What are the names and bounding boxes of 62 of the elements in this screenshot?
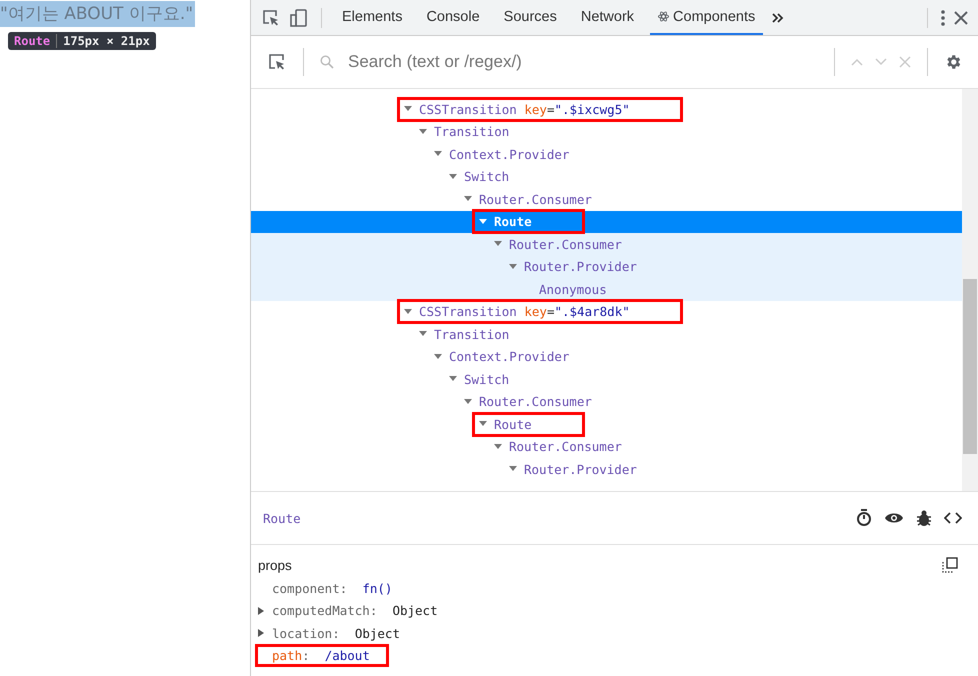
- expand-triangle-icon[interactable]: [494, 444, 502, 450]
- expand-triangle-icon[interactable]: [509, 466, 517, 472]
- expand-triangle-icon[interactable]: [449, 376, 457, 382]
- close-icon[interactable]: [954, 10, 968, 24]
- tree-node[interactable]: Route: [472, 412, 585, 437]
- device-toolbar-icon[interactable]: [289, 8, 309, 28]
- panel-tab[interactable]: Elements: [334, 0, 410, 35]
- selected-component-name: Route: [263, 510, 301, 526]
- prop-entry: path: /about: [255, 644, 389, 668]
- page-heading: "여기는 ABOUT 이구요.": [0, 1, 196, 27]
- expand-triangle-icon[interactable]: [404, 308, 412, 315]
- tree-node[interactable]: Router.Consumer: [457, 186, 599, 212]
- tree-node[interactable]: Transition: [412, 119, 516, 144]
- section-title: props: [258, 558, 292, 572]
- tree-node[interactable]: CSSTransition key=".$4ar8dk": [397, 299, 683, 324]
- expand-triangle-icon[interactable]: [419, 331, 427, 338]
- expand-triangle-icon[interactable]: [479, 218, 487, 225]
- copy-icon[interactable]: [942, 557, 958, 573]
- expand-triangle-icon[interactable]: [419, 128, 427, 135]
- code-icon[interactable]: [944, 512, 962, 524]
- tree-node[interactable]: Route: [472, 209, 585, 234]
- expand-triangle-icon[interactable]: [258, 629, 264, 638]
- prop-entry: component: fn(): [271, 580, 394, 598]
- atom-icon: [658, 11, 670, 22]
- search-field[interactable]: Search (text or /regex/): [346, 51, 818, 73]
- panel-tab[interactable]: Console: [418, 0, 488, 35]
- tree-node[interactable]: Router.Consumer: [487, 434, 629, 460]
- tooltip-size: 175px × 21px: [63, 34, 150, 48]
- bug-icon[interactable]: [916, 509, 932, 527]
- eye-icon[interactable]: [884, 511, 904, 525]
- expand-triangle-icon[interactable]: [509, 264, 517, 270]
- prop-entry: location: Object: [255, 622, 419, 645]
- expand-triangle-icon[interactable]: [258, 606, 264, 615]
- expand-triangle-icon[interactable]: [434, 354, 442, 360]
- expand-triangle-icon[interactable]: [434, 151, 442, 158]
- inspect-icon[interactable]: [261, 8, 281, 28]
- tree-node[interactable]: Context.Provider: [427, 142, 576, 167]
- tree-node[interactable]: Anonymous: [517, 276, 614, 302]
- tree-node[interactable]: CSSTransition key=".$ixcwg5": [397, 96, 683, 122]
- expand-triangle-icon[interactable]: [464, 398, 472, 405]
- tree-node[interactable]: Router.Consumer: [457, 389, 599, 414]
- expand-triangle-icon[interactable]: [404, 106, 412, 112]
- tree-node[interactable]: Context.Provider: [427, 344, 576, 370]
- tree-node[interactable]: Switch: [442, 366, 516, 392]
- panel-tab[interactable]: Sources: [496, 0, 565, 35]
- select-element-icon[interactable]: [267, 52, 287, 72]
- tree-node[interactable]: Switch: [442, 164, 516, 190]
- prop-entry: computedMatch: Object: [255, 599, 457, 622]
- expand-triangle-icon[interactable]: [464, 196, 472, 202]
- search-icon: [320, 55, 334, 69]
- tooltip-component-name: Route: [14, 34, 58, 48]
- expand-triangle-icon[interactable]: [479, 421, 487, 428]
- expand-triangle-icon[interactable]: [449, 174, 457, 180]
- tree-node[interactable]: Transition: [412, 322, 516, 347]
- expand-triangle-icon[interactable]: [494, 241, 502, 248]
- panel-tab[interactable]: Network: [572, 0, 642, 35]
- more-tabs-icon[interactable]: [771, 10, 786, 24]
- panel-tab[interactable]: Components: [650, 0, 764, 35]
- stopwatch-icon[interactable]: [856, 509, 872, 527]
- scrollbar[interactable]: [962, 89, 978, 491]
- kebab-menu-icon[interactable]: [940, 8, 946, 26]
- tree-node[interactable]: Router.Provider: [502, 456, 644, 482]
